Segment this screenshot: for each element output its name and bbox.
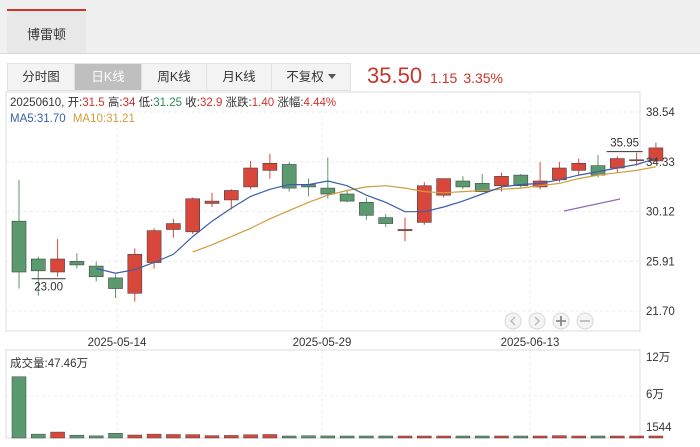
volume-bar: [455, 435, 471, 439]
volume-bar: [50, 431, 65, 439]
ma5-line: [96, 158, 657, 274]
candles-layer: [11, 142, 664, 302]
candle-body: [127, 253, 143, 294]
candle-body: [88, 265, 104, 278]
candle-body: [185, 198, 200, 233]
volume-bar: [629, 435, 644, 439]
scroll-right-button[interactable]: [528, 312, 546, 330]
min-price-label: 23.00: [34, 282, 63, 294]
chart-grid: [5, 91, 641, 332]
volume-bar: [11, 376, 27, 439]
volume-bar: [243, 434, 258, 439]
scroll-left-button[interactable]: [504, 312, 522, 330]
chart-navigation: [504, 312, 594, 330]
volume-bar: [166, 434, 181, 439]
candle-body: [204, 200, 220, 204]
volume-bar: [185, 434, 200, 439]
date-tick-label: 2025-05-29: [293, 337, 352, 349]
volume-bar: [359, 435, 374, 439]
candle-body: [320, 187, 336, 195]
kline-chart[interactable]: 38.54 34.33 30.12 25.91 21.70 2025-05-14 2025-…: [0, 0, 700, 447]
date-tick-label: 2025-05-14: [88, 337, 147, 349]
volume-tick-label: 12万: [646, 352, 670, 364]
candle-body: [494, 175, 509, 187]
volume-bar: [281, 435, 297, 439]
price-tick-label: 30.12: [646, 207, 675, 219]
volume-bar: [339, 435, 355, 439]
volume-bar: [127, 434, 143, 439]
volume-bar: [262, 434, 278, 439]
price-tick-label: 34.33: [646, 157, 675, 169]
candle-body: [455, 180, 471, 188]
volume-bar: [436, 435, 451, 439]
candle-body: [108, 277, 123, 289]
candle-body: [571, 162, 587, 171]
volume-tick-label: 6万: [646, 389, 664, 401]
volume-grid: [5, 349, 641, 439]
candle-body: [243, 167, 258, 188]
candle-body: [11, 220, 27, 273]
volume-bar: [224, 435, 239, 439]
candle-body: [166, 223, 181, 230]
ma-lines-layer: [96, 158, 657, 274]
candle-body: [378, 217, 394, 224]
price-tick-label: 21.70: [646, 306, 675, 318]
candle-body: [146, 230, 162, 263]
volume-bar: [378, 435, 393, 439]
candle-body: [262, 162, 278, 171]
volume-bars-layer: [11, 376, 664, 439]
volume-bar: [397, 435, 413, 439]
candle-body: [224, 190, 239, 201]
volume-bar: [648, 435, 664, 439]
volume-bar: [513, 435, 529, 439]
volume-bar: [108, 433, 123, 439]
volume-bar: [301, 435, 316, 439]
volume-bar: [532, 435, 548, 439]
volume-label: 成交量:47.46万: [10, 358, 88, 370]
volume-bar: [69, 434, 85, 439]
volume-bar: [204, 435, 220, 439]
volume-bar: [590, 435, 606, 439]
volume-bar: [494, 435, 509, 439]
volume-bar: [31, 433, 46, 439]
candle-body: [339, 193, 355, 202]
volume-bar: [146, 433, 162, 439]
volume-bar: [88, 435, 104, 439]
volume-bar: [474, 435, 490, 439]
max-price-label: 35.95: [610, 138, 639, 150]
candle-body: [50, 258, 65, 273]
volume-pane-frame: [5, 349, 641, 439]
volume-tick-label: 1544: [646, 422, 672, 434]
volume-bar: [552, 435, 567, 439]
candle-body: [629, 159, 644, 162]
price-tick-label: 25.91: [646, 256, 675, 268]
candle-body: [397, 229, 413, 231]
price-tick-label: 38.54: [646, 107, 675, 119]
volume-bar: [417, 435, 432, 439]
volume-bar: [610, 435, 625, 439]
volume-bar: [320, 435, 336, 439]
price-pane-frame: [5, 91, 641, 332]
date-tick-label: 2025-06-13: [501, 337, 560, 349]
candle-body: [69, 261, 85, 266]
ma20-line: [563, 198, 621, 212]
volume-bar: [571, 435, 586, 439]
candle-body: [30, 258, 46, 272]
candle-body: [359, 201, 374, 216]
